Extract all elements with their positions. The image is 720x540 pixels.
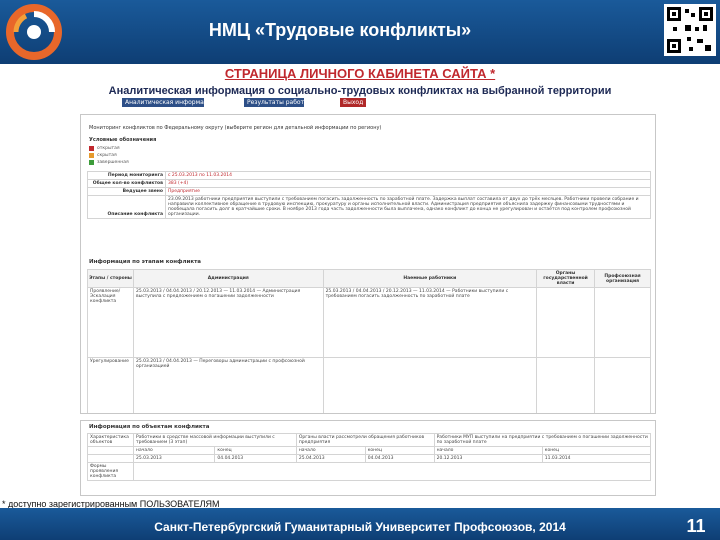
conflict-info-table: Период мониторинга с 25.03.2013 по 11.03… xyxy=(87,171,651,219)
stages-table: Этапы / стороны Администрация Наемные ра… xyxy=(87,269,651,413)
info-value: 383 (+4) xyxy=(165,179,651,188)
date-header: начало xyxy=(132,446,216,455)
page-number: 11 xyxy=(686,516,706,536)
cabinet-tabs: Аналитическая информация Результаты рабо… xyxy=(0,98,720,110)
page-subheading: Аналитическая информация о социально-тру… xyxy=(108,85,612,97)
date-header: начало xyxy=(433,446,543,455)
date-header: начало xyxy=(295,446,366,455)
page-heading: СТРАНИЦА ЛИЧНОГО КАБИНЕТА САЙТА * xyxy=(224,66,496,81)
analytics-panel: Мониторинг конфликтов по Федеральному ок… xyxy=(80,114,656,414)
stage-gov-cell xyxy=(536,357,596,413)
legend-swatch-hidden xyxy=(89,153,94,158)
date-cell: 25.04.2013 xyxy=(295,454,366,463)
footer-text: Санкт-Петербургский Гуманитарный Универс… xyxy=(154,520,566,534)
table-row: 25.03.2013 04.04.2013 25.04.2013 04.04.2… xyxy=(87,454,652,463)
stage-label: Проявление/Эскалация конфликта xyxy=(87,287,134,358)
column-header: Администрация xyxy=(132,269,324,288)
table-row: Период мониторинга с 25.03.2013 по 11.03… xyxy=(87,171,651,180)
table-row: Характеристика объектов Работники в сред… xyxy=(87,433,652,447)
tab-results[interactable]: Результаты работы xyxy=(244,98,304,107)
empty-cell xyxy=(87,446,134,455)
stage-workers-cell xyxy=(322,357,538,413)
tab-logout[interactable]: Выход xyxy=(340,98,366,107)
legend-item: завершенная xyxy=(89,159,209,166)
legend-title: Условные обозначения xyxy=(89,137,157,143)
date-header: конец xyxy=(541,446,652,455)
info-label: Ведущее звено xyxy=(87,187,166,196)
date-cell: 04.04.2013 xyxy=(364,454,435,463)
objects-panel: Информация по объектам конфликта Характе… xyxy=(80,420,656,496)
legend-item: открытая xyxy=(89,145,209,152)
legend: Условные обозначения открытая скрытая за… xyxy=(89,137,209,166)
date-header: конец xyxy=(214,446,297,455)
table-header-row: Этапы / стороны Администрация Наемные ра… xyxy=(87,269,651,288)
stage-workers-cell: 25.03.2013 / 04.04.2013 / 20.12.2013 — 1… xyxy=(322,287,538,358)
stage-label: Урегулирование xyxy=(87,357,134,413)
tab-analytics[interactable]: Аналитическая информация xyxy=(122,98,204,107)
section-title-objects: Информация по объектам конфликта xyxy=(89,424,210,430)
empty-cell xyxy=(87,454,134,463)
section-title-stages: Информация по этапам конфликта xyxy=(89,259,202,265)
column-header: Профсоюзная организация xyxy=(594,269,651,288)
legend-item: скрытая xyxy=(89,152,209,159)
table-row: начало конец начало конец начало конец xyxy=(87,446,652,455)
objects-label: Характеристика объектов xyxy=(87,433,134,447)
stage-union-cell xyxy=(594,357,651,413)
date-cell: 25.03.2013 xyxy=(132,454,216,463)
table-row: Формы проявления конфликта xyxy=(87,462,651,481)
table-row: Общее кол-во конфликтов 383 (+4) xyxy=(87,179,651,188)
qr-code-icon xyxy=(664,4,716,56)
legend-swatch-finished xyxy=(89,160,94,165)
objects-text: Органы власти рассмотрели обращения рабо… xyxy=(295,433,435,447)
objects-table: Характеристика объектов Работники в сред… xyxy=(87,433,652,481)
date-cell: 20.12.2013 xyxy=(433,454,543,463)
table-row: Ведущее звено Предприятие xyxy=(87,187,651,196)
objects-text: Работники в средстве массовой информации… xyxy=(133,433,297,447)
info-value: Предприятие xyxy=(165,187,651,196)
legend-swatch-open xyxy=(89,146,94,151)
info-label: Описание конфликта xyxy=(87,195,166,219)
info-label: Период мониторинга xyxy=(87,171,166,180)
date-cell: 04.04.2013 xyxy=(214,454,297,463)
objects-label: Формы проявления конфликта xyxy=(87,462,134,481)
table-row: Описание конфликта 23.09.2013 работники … xyxy=(87,195,651,219)
stage-admin-cell: 25.03.2013 / 04.04.2013 / 20.12.2013 — 1… xyxy=(132,287,324,358)
stage-admin-cell: 25.03.2013 / 04.04.2013 — Переговоры адм… xyxy=(132,357,324,413)
date-cell: 11.03.2014 xyxy=(541,454,652,463)
header-bar: НМЦ «Трудовые конфликты» xyxy=(0,0,720,64)
panel-intro: Мониторинг конфликтов по Федеральному ок… xyxy=(89,125,382,131)
table-row: Проявление/Эскалация конфликта 25.03.201… xyxy=(87,287,651,358)
objects-text: Работники МУП выступили на предприятии с… xyxy=(433,433,652,447)
header-title: НМЦ «Трудовые конфликты» xyxy=(208,20,472,40)
stage-union-cell xyxy=(594,287,651,358)
legend-label: скрытая xyxy=(97,153,117,158)
info-label: Общее кол-во конфликтов xyxy=(87,179,166,188)
info-value: с 25.03.2013 по 11.03.2014 xyxy=(165,171,651,180)
table-row: Урегулирование 25.03.2013 / 04.04.2013 —… xyxy=(87,357,651,413)
column-header: Этапы / стороны xyxy=(87,269,134,288)
column-header: Органы государственной власти xyxy=(536,269,596,288)
info-value: 23.09.2013 работники предприятия выступи… xyxy=(165,195,651,219)
stage-gov-cell xyxy=(536,287,596,358)
column-header: Наемные работники xyxy=(322,269,538,288)
empty-cell xyxy=(133,462,651,481)
date-header: конец xyxy=(364,446,435,455)
legend-label: открытая xyxy=(97,146,120,151)
legend-label: завершенная xyxy=(97,160,129,165)
university-logo-icon xyxy=(6,4,62,60)
footer-bar: Санкт-Петербургский Гуманитарный Универс… xyxy=(0,508,720,540)
